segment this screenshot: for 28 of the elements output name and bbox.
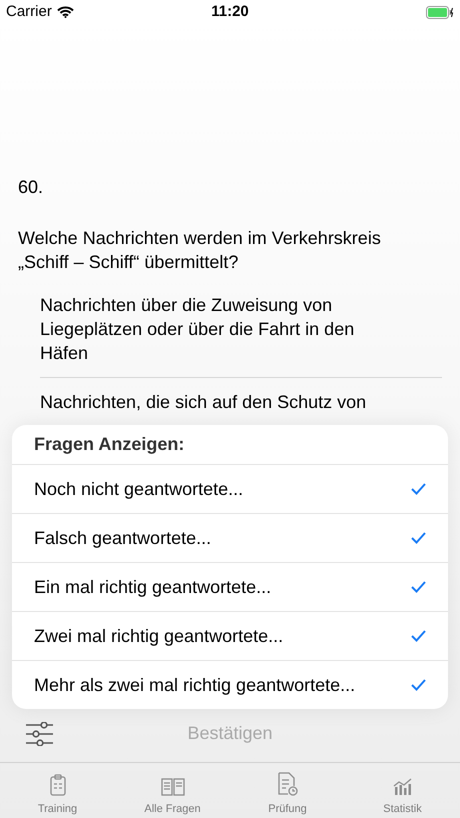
- answer-option[interactable]: Nachrichten über die Zuweisung von Liegeplätzen oder über die Fahrt in den Häfen: [40, 293, 400, 365]
- battery-icon: [426, 6, 454, 18]
- filter-option[interactable]: Mehr als zwei mal richtig geantwortete...: [12, 660, 448, 709]
- filter-option[interactable]: Ein mal richtig geantwortete...: [12, 562, 448, 611]
- filter-label: Noch nicht geantwortete...: [34, 478, 244, 501]
- tab-bar-item[interactable]: Alle Fragen: [115, 763, 230, 818]
- tab-bar-item[interactable]: Prüfung: [230, 763, 345, 818]
- bar-chart-icon: [392, 778, 412, 796]
- filter-option[interactable]: Noch nicht geantwortete...: [12, 464, 448, 513]
- filter-label: Ein mal richtig geantwortete...: [34, 576, 272, 599]
- sliders-icon[interactable]: [26, 722, 53, 746]
- tab-bar-item[interactable]: Statistik: [345, 763, 460, 818]
- popover-title: Fragen Anzeigen:: [33, 433, 186, 456]
- answer-option[interactable]: Nachrichten, die sich auf den Schutz von: [40, 390, 400, 414]
- filter-label: Falsch geantwortete...: [34, 526, 212, 550]
- filter-option[interactable]: Falsch geantwortete...: [12, 513, 448, 562]
- carrier-label: Carrier: [6, 2, 52, 22]
- clipboard-icon: [48, 774, 66, 796]
- question-text: Welche Nachrichten werden im Verkehrskreis „Schiff – Schiff“ übermittelt?: [18, 227, 382, 274]
- tab-bar-item[interactable]: Training: [0, 763, 115, 818]
- document-timer-icon: [276, 772, 298, 796]
- wifi-icon: [56, 6, 74, 18]
- filter-option[interactable]: Zwei mal richtig geantwortete...: [12, 611, 448, 660]
- question-number: 60.: [18, 176, 44, 199]
- filter-label: Zwei mal richtig geantwortete...: [34, 624, 284, 648]
- filter-label: Mehr als zwei mal richtig geantwortete...: [34, 674, 356, 697]
- clock-time: 11:20: [211, 2, 249, 22]
- book-icon: [160, 778, 184, 796]
